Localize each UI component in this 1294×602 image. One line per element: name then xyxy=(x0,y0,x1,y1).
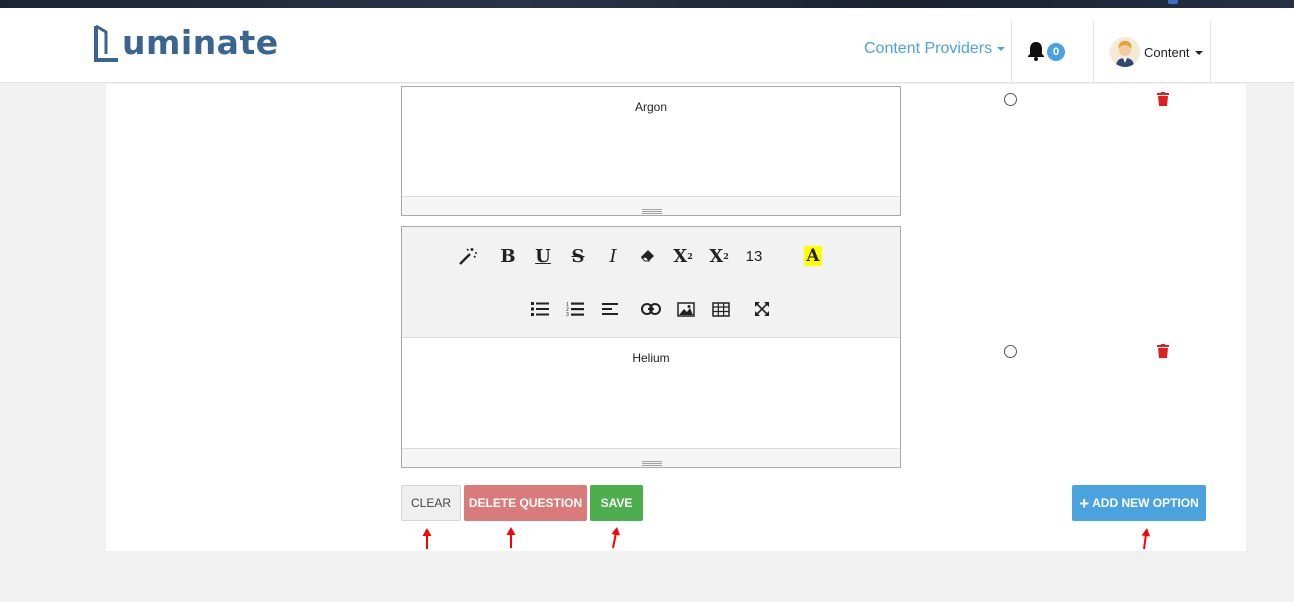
brand-name: uminate xyxy=(122,23,279,62)
annotation-arrow-icon xyxy=(611,527,620,549)
annotation-arrow-icon xyxy=(506,527,516,548)
superscript-icon[interactable]: X2 xyxy=(670,243,696,269)
option-text-area[interactable]: Helium xyxy=(402,338,900,365)
editor-toolbar: B U S I X2 X2 13 A 123 xyxy=(402,227,900,338)
option-editor: B U S I X2 X2 13 A 123 Helium xyxy=(401,226,901,468)
table-icon[interactable] xyxy=(708,296,734,322)
bulleted-list-icon[interactable] xyxy=(527,296,553,322)
magic-wand-icon[interactable] xyxy=(455,243,481,269)
plus-icon: + xyxy=(1079,493,1090,513)
user-avatar[interactable] xyxy=(1110,37,1140,67)
image-icon[interactable] xyxy=(673,296,699,322)
avatar-icon xyxy=(1110,37,1140,67)
chevron-down-icon xyxy=(1194,50,1203,55)
nav-divider xyxy=(1093,20,1094,84)
strikethrough-icon[interactable]: S xyxy=(565,243,591,269)
annotation-arrow-icon xyxy=(1141,528,1150,550)
content-providers-label: Content Providers xyxy=(864,40,993,57)
chevron-down-icon xyxy=(997,47,1006,51)
save-button[interactable]: SAVE xyxy=(590,485,643,521)
bold-icon[interactable]: B xyxy=(495,243,521,269)
clear-button[interactable]: CLEAR xyxy=(401,485,461,521)
underline-icon[interactable]: U xyxy=(530,243,556,269)
correct-option-radio[interactable] xyxy=(1004,345,1017,358)
add-new-option-button[interactable]: + ADD NEW OPTION xyxy=(1072,485,1206,521)
fullscreen-icon[interactable] xyxy=(749,296,775,322)
brand-logo[interactable]: uminate xyxy=(94,22,279,64)
add-new-option-label: ADD NEW OPTION xyxy=(1092,496,1199,510)
subscript-icon[interactable]: X2 xyxy=(706,243,732,269)
option-text-area[interactable]: Argon xyxy=(402,87,900,114)
top-navbar: uminate Content Providers 0 Content xyxy=(0,8,1294,84)
editor-resize-bar[interactable] xyxy=(402,448,900,467)
font-size-select[interactable]: 13 xyxy=(741,243,767,269)
correct-option-radio[interactable] xyxy=(1004,93,1017,106)
bell-icon[interactable] xyxy=(1027,41,1045,61)
notification-badge: 0 xyxy=(1047,43,1065,61)
option-text: Argon xyxy=(634,100,668,114)
nav-divider xyxy=(1011,20,1012,84)
delete-question-button[interactable]: DELETE QUESTION xyxy=(464,485,587,521)
editor-resize-bar[interactable] xyxy=(402,196,900,215)
numbered-list-icon[interactable]: 123 xyxy=(562,296,588,322)
italic-icon[interactable]: I xyxy=(600,243,626,269)
align-left-icon[interactable] xyxy=(597,296,623,322)
eraser-icon[interactable] xyxy=(635,243,661,269)
user-menu[interactable]: Content xyxy=(1144,45,1203,60)
user-menu-label: Content xyxy=(1144,45,1190,60)
option-editor: Argon xyxy=(401,86,901,216)
content-providers-dropdown[interactable]: Content Providers xyxy=(864,40,1006,58)
trash-icon[interactable] xyxy=(1157,92,1169,106)
logo-mark-icon xyxy=(94,24,118,62)
browser-top-strip xyxy=(0,0,1294,8)
resize-handle-icon[interactable] xyxy=(642,209,662,214)
svg-text:3: 3 xyxy=(566,312,569,317)
resize-handle-icon[interactable] xyxy=(642,461,662,466)
strip-indicator xyxy=(1168,0,1178,4)
highlight-color-icon[interactable]: A xyxy=(800,243,826,269)
option-text: Helium xyxy=(632,351,670,365)
link-icon[interactable] xyxy=(638,296,664,322)
nav-divider xyxy=(1210,20,1211,84)
trash-icon[interactable] xyxy=(1157,344,1169,358)
annotation-arrow-icon xyxy=(422,528,432,549)
